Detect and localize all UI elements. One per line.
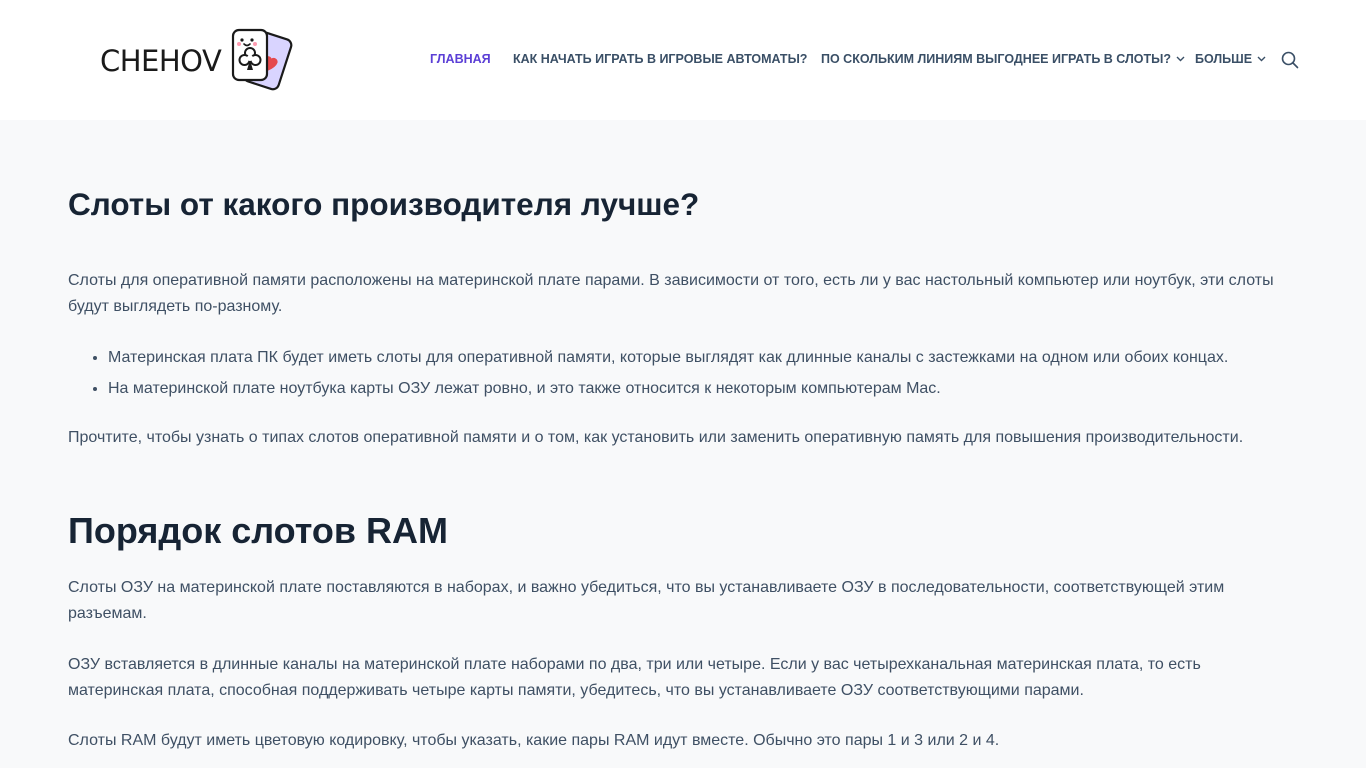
- list-item: Материнская плата ПК будет иметь слоты д…: [108, 345, 1298, 371]
- nav-item-how-to-start[interactable]: Как начать играть в игровые автоматы?: [513, 52, 807, 66]
- paragraph: Слоты ОЗУ на материнской плате поставляю…: [68, 579, 1225, 622]
- nav-item-label: Больше: [1195, 52, 1253, 66]
- main-nav: Главная Как начать играть в игровые авто…: [0, 0, 1366, 120]
- list-item: На материнской плате ноутбука карты ОЗУ …: [108, 376, 1298, 402]
- nav-item-label: Как начать играть в игровые автоматы?: [513, 52, 808, 66]
- nav-item-label: По скольким линиям выгоднее играть в сло…: [821, 52, 1171, 66]
- nav-item-lines[interactable]: По скольким линиям выгоднее играть в сло…: [821, 52, 1185, 66]
- chevron-down-icon: [1257, 56, 1266, 62]
- search-icon[interactable]: [1281, 51, 1299, 69]
- section-heading: Порядок слотов RAM: [68, 510, 449, 551]
- paragraph: Слоты RAM будут иметь цветовую кодировку…: [68, 732, 1000, 749]
- section-heading: Слоты от какого производителя лучше?: [68, 186, 700, 222]
- chevron-down-icon: [1176, 56, 1185, 62]
- paragraph: Слоты для оперативной памяти расположены…: [68, 272, 1274, 315]
- bullet-list: Материнская плата ПК будет иметь слоты д…: [68, 345, 1298, 407]
- nav-item-more[interactable]: Больше: [1195, 52, 1266, 66]
- nav-item-home[interactable]: Главная: [430, 52, 491, 66]
- paragraph: Прочтите, чтобы узнать о типах слотов оп…: [68, 429, 1244, 446]
- nav-item-label: Главная: [430, 52, 491, 66]
- paragraph: ОЗУ вставляется в длинные каналы на мате…: [68, 656, 1201, 699]
- site-header: CHEHOV Главная: [0, 0, 1366, 120]
